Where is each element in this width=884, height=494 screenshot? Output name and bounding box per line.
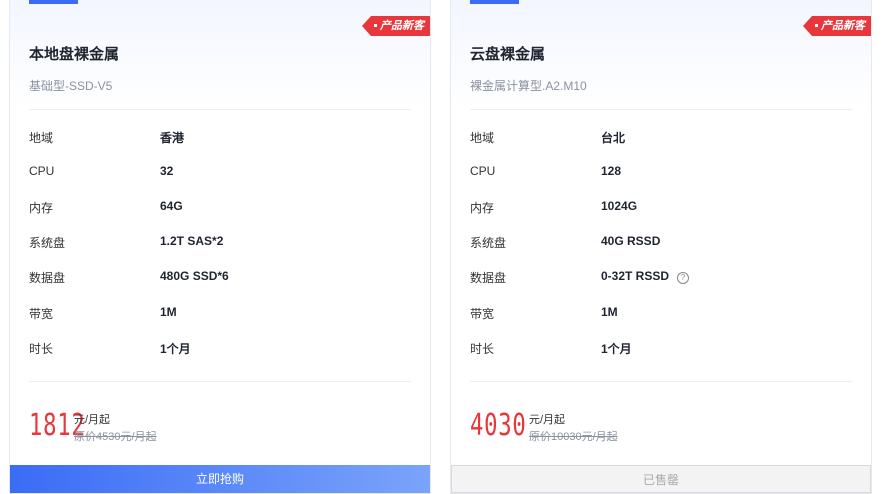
spec-value: 0-32T RSSD? — [601, 269, 690, 284]
spec-row-cpu: CPU 32 — [29, 164, 411, 182]
price-unit: 元/月起 — [74, 414, 111, 426]
new-customer-badge: 产品新客 — [362, 16, 430, 36]
spec-row-region: 地域 台北 — [470, 129, 852, 147]
spec-value: 480G SSD*6 — [160, 269, 229, 283]
spec-value: 1个月 — [601, 342, 632, 356]
spec-row-cpu: CPU 128 — [470, 164, 852, 182]
spec-value: 1024G — [601, 199, 638, 213]
divider — [29, 381, 411, 382]
spec-label: 数据盘 — [29, 271, 66, 285]
spec-row-memory: 内存 64G — [29, 199, 411, 217]
spec-label: CPU — [470, 164, 496, 178]
price-amount: 4030 — [470, 408, 527, 443]
spec-row-region: 地域 香港 — [29, 129, 411, 147]
badge-dot-icon — [815, 24, 818, 27]
spec-value: 40G RSSD — [601, 234, 661, 248]
spec-row-memory: 内存 1024G — [470, 199, 852, 217]
buy-now-button[interactable]: 立即抢购 — [10, 465, 430, 493]
spec-value: 1M — [601, 305, 618, 319]
spec-value: 1M — [160, 305, 177, 319]
original-price: 原价4530元/月起 — [74, 431, 157, 443]
card-title: 本地盘裸金属 — [29, 46, 120, 63]
spec-value: 台北 — [601, 131, 626, 145]
badge-dot-icon — [374, 24, 377, 27]
spec-row-duration: 时长 1个月 — [470, 340, 852, 358]
spec-label: 时长 — [29, 342, 54, 356]
spec-value-text: 0-32T RSSD — [601, 269, 670, 283]
new-customer-badge: 产品新客 — [803, 16, 871, 36]
spec-label: 带宽 — [470, 307, 495, 321]
sold-out-button: 已售罄 — [451, 465, 871, 493]
spec-row-system-disk: 系统盘 40G RSSD — [470, 234, 852, 252]
spec-label: 数据盘 — [470, 271, 507, 285]
card-top-accent — [29, 0, 78, 4]
spec-label: 系统盘 — [29, 236, 66, 250]
spec-value: 香港 — [160, 131, 185, 145]
spec-label: CPU — [29, 164, 55, 178]
spec-value: 1.2T SAS*2 — [160, 234, 224, 248]
divider — [29, 109, 411, 110]
spec-label: 地域 — [29, 131, 54, 145]
card-subtitle: 裸金属计算型.A2.M10 — [470, 79, 587, 93]
spec-row-data-disk: 数据盘 480G SSD*6 — [29, 269, 411, 287]
card-subtitle: 基础型-SSD-V5 — [29, 79, 113, 93]
product-card-cloud-disk: 产品新客 云盘裸金属 裸金属计算型.A2.M10 地域 台北 CPU 128 内… — [450, 0, 872, 494]
spec-value: 64G — [160, 199, 183, 213]
spec-row-bandwidth: 带宽 1M — [29, 305, 411, 323]
spec-value: 32 — [160, 164, 174, 178]
spec-label: 时长 — [470, 342, 495, 356]
spec-value: 128 — [601, 164, 622, 178]
divider — [470, 109, 852, 110]
badge-label: 产品新客 — [821, 20, 865, 32]
spec-label: 内存 — [29, 201, 54, 215]
original-price: 原价10030元/月起 — [529, 431, 618, 443]
spec-row-system-disk: 系统盘 1.2T SAS*2 — [29, 234, 411, 252]
card-top-accent — [470, 0, 519, 4]
spec-label: 带宽 — [29, 307, 54, 321]
spec-value: 1个月 — [160, 342, 191, 356]
spec-label: 内存 — [470, 201, 495, 215]
spec-label: 地域 — [470, 131, 495, 145]
spec-row-duration: 时长 1个月 — [29, 340, 411, 358]
spec-row-bandwidth: 带宽 1M — [470, 305, 852, 323]
question-circle-icon[interactable]: ? — [677, 272, 690, 284]
spec-label: 系统盘 — [470, 236, 507, 250]
divider — [470, 381, 852, 382]
card-title: 云盘裸金属 — [470, 46, 546, 63]
spec-row-data-disk: 数据盘 0-32T RSSD? — [470, 269, 852, 287]
price-unit: 元/月起 — [529, 414, 566, 426]
product-card-local-disk: 产品新客 本地盘裸金属 基础型-SSD-V5 地域 香港 CPU 32 内存 6… — [9, 0, 431, 494]
badge-label: 产品新客 — [380, 20, 424, 32]
